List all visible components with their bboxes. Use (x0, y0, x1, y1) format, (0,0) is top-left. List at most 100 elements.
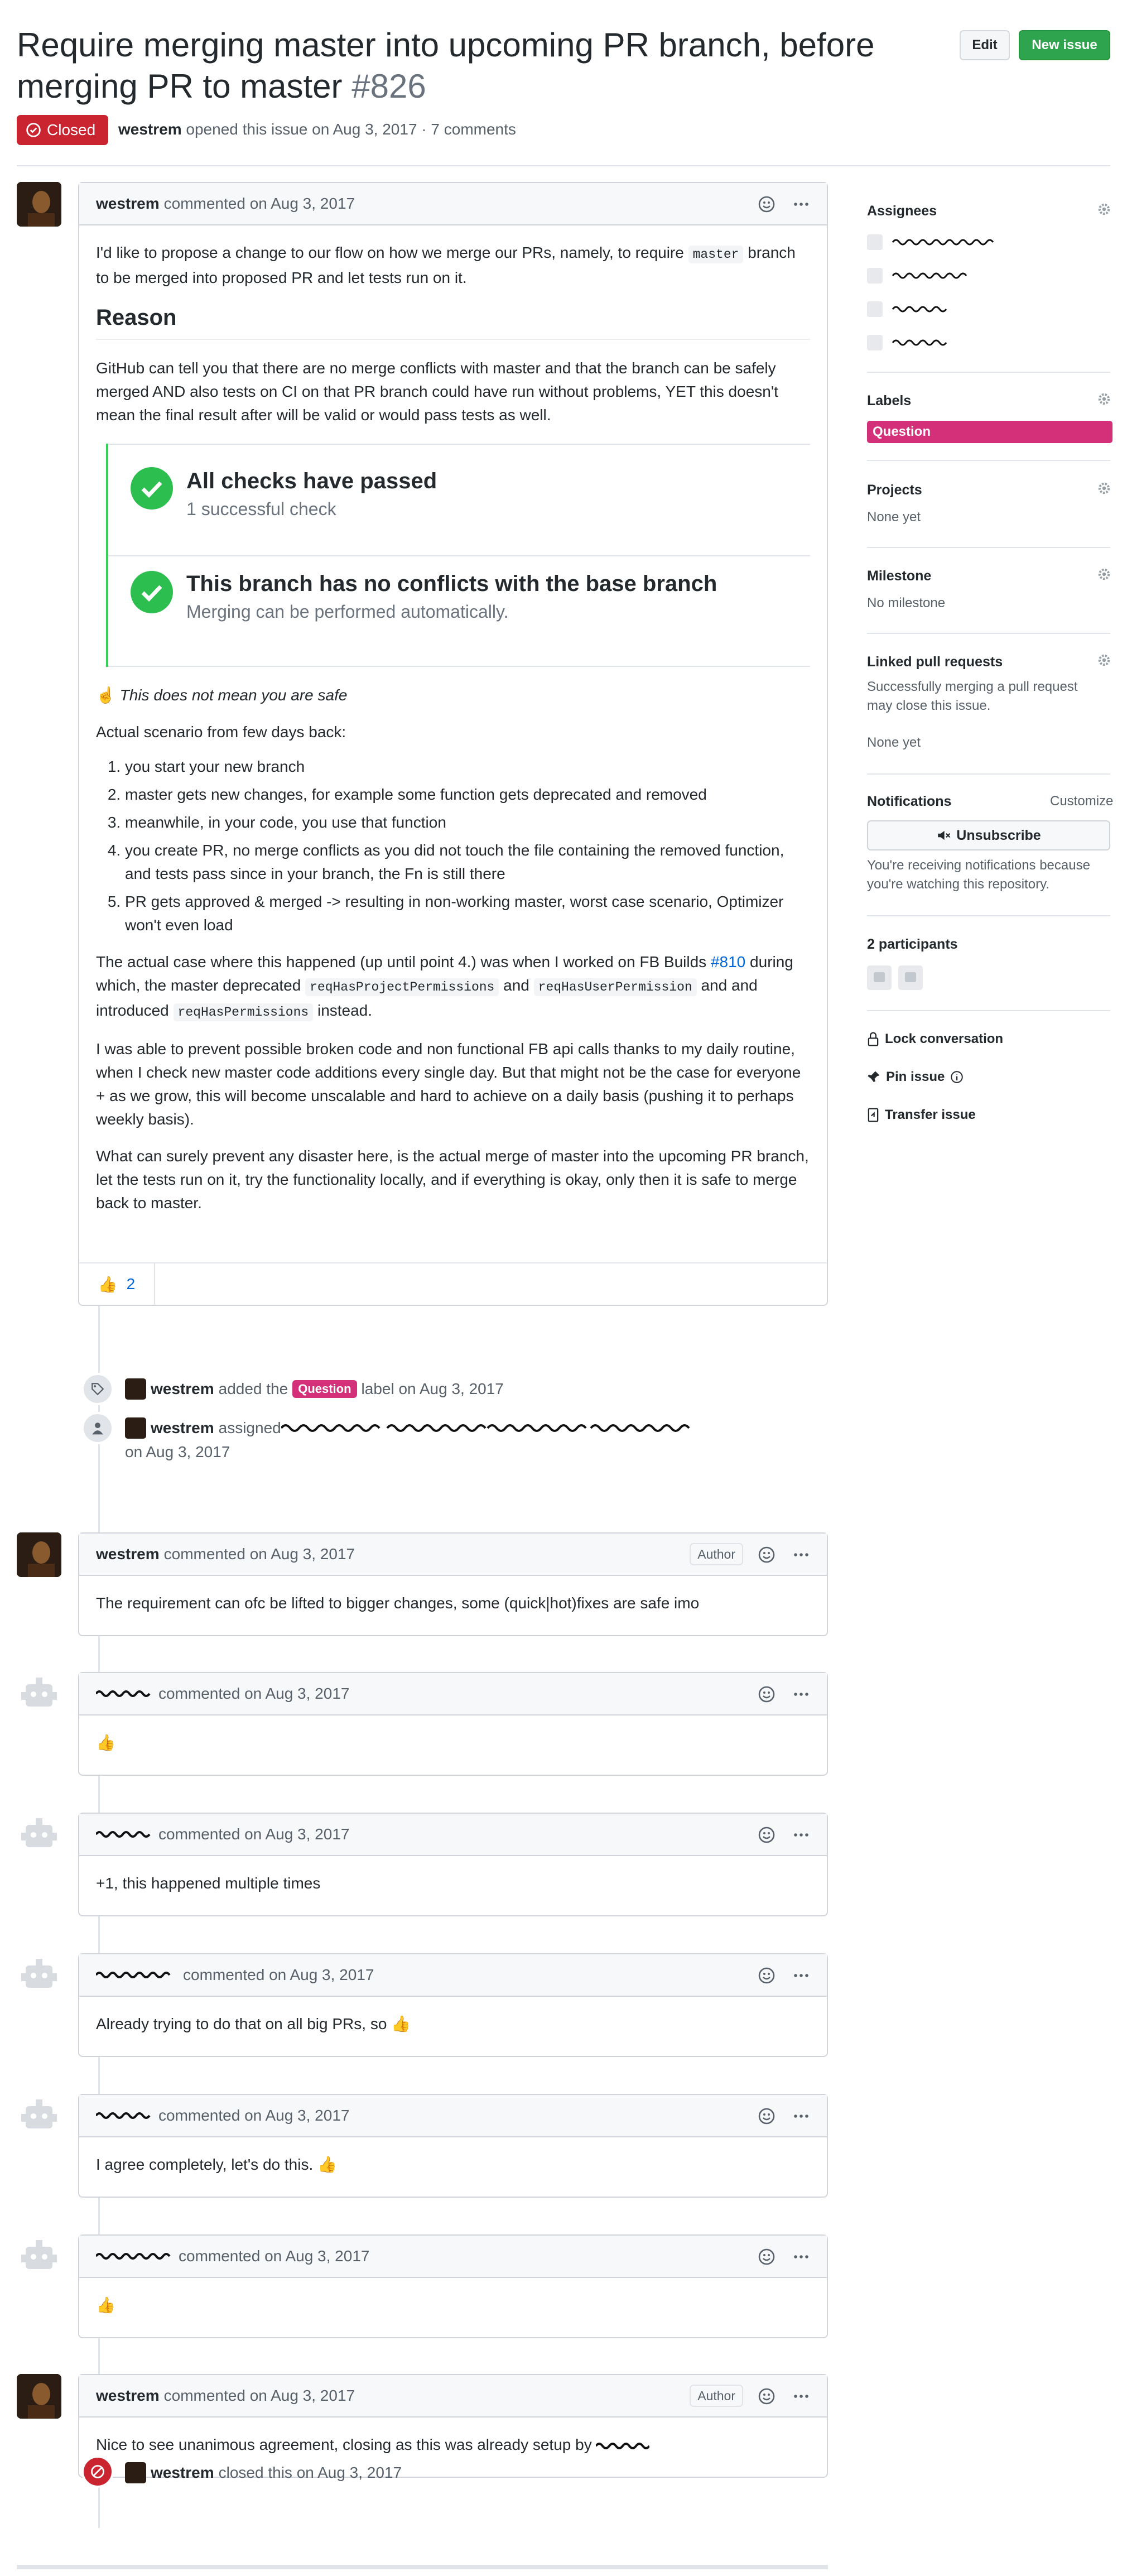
issue-opened-text: opened this issue on Aug 3, 2017 · 7 com… (186, 121, 516, 138)
redacted-author[interactable] (96, 1969, 183, 1981)
kebab-menu-icon[interactable] (792, 195, 810, 213)
smiley-icon[interactable] (758, 2248, 776, 2266)
gear-icon[interactable] (1097, 653, 1111, 667)
divider (867, 1010, 1110, 1011)
kebab-menu-icon[interactable] (792, 2387, 810, 2405)
avatar[interactable] (17, 2094, 61, 2138)
comment-meta[interactable]: commented on Aug 3, 2017 (158, 1825, 349, 1843)
avatar[interactable] (17, 1672, 61, 1717)
lock-label: Lock conversation (885, 1031, 1004, 1046)
comment-text: +1, this happened multiple times (96, 1875, 321, 1892)
participant-avatar[interactable] (898, 965, 923, 990)
smiley-icon[interactable] (758, 1685, 776, 1703)
lock-conversation[interactable]: Lock conversation (867, 1031, 1003, 1047)
comment-meta[interactable]: commented on Aug 3, 2017 (164, 1545, 355, 1563)
text: and (503, 977, 529, 994)
pr-link[interactable]: #810 (711, 953, 745, 970)
redacted-mention[interactable] (596, 2440, 650, 2452)
event-actor[interactable]: westrem (151, 1380, 214, 1398)
comment-author[interactable]: westrem (96, 1545, 160, 1563)
label-question[interactable]: Question (867, 421, 1112, 443)
comment-meta[interactable]: commented on Aug 3, 2017 (158, 1685, 349, 1703)
gear-icon[interactable] (1097, 567, 1111, 581)
event-text: closed this on Aug 3, 2017 (218, 2464, 402, 2481)
avatar[interactable] (17, 1813, 61, 1857)
list-item: you start your new branch (125, 755, 810, 778)
transfer-icon (868, 1108, 879, 1122)
avatar[interactable] (17, 2374, 61, 2419)
author-tag: Author (690, 2385, 743, 2407)
text: The actual case where this happened (up … (96, 953, 707, 970)
label-badge[interactable]: Question (292, 1380, 357, 1398)
pin-issue[interactable]: Pin issue (867, 1069, 964, 1085)
comment-meta[interactable]: commented on Aug 3, 2017 (158, 2107, 349, 2125)
note-text: This does not mean you are safe (119, 686, 348, 704)
avatar[interactable] (125, 1417, 146, 1439)
kebab-menu-icon[interactable] (792, 1685, 810, 1703)
smiley-icon[interactable] (758, 195, 776, 213)
edit-button[interactable]: Edit (960, 30, 1010, 60)
kebab-menu-icon[interactable] (792, 1546, 810, 1564)
kebab-menu-icon[interactable] (792, 1826, 810, 1844)
text: I'd like to propose a change to our flow… (96, 244, 684, 261)
smiley-icon[interactable] (758, 2107, 776, 2125)
comment-author[interactable]: westrem (96, 195, 160, 213)
participant-avatar[interactable] (867, 965, 892, 990)
customize-link[interactable]: Customize (1050, 794, 1113, 809)
smiley-icon[interactable] (758, 2387, 776, 2405)
comment-text: Already trying to do that on all big PRs… (96, 2015, 411, 2032)
event-actor[interactable]: westrem (151, 2464, 214, 2482)
comment-meta[interactable]: commented on Aug 3, 2017 (183, 1966, 374, 1984)
comment-meta[interactable]: commented on Aug 3, 2017 (164, 2387, 355, 2405)
gear-icon[interactable] (1097, 202, 1111, 217)
redacted-author[interactable] (96, 2110, 158, 2121)
kebab-menu-icon[interactable] (792, 1967, 810, 1984)
comment-meta[interactable]: commented on Aug 3, 2017 (164, 195, 355, 213)
comment-header: commented on Aug 3, 2017 (79, 2095, 827, 2137)
gear-icon[interactable] (1097, 481, 1111, 496)
paragraph: The actual case where this happened (up … (96, 950, 810, 1024)
point-up-icon: ☝ (96, 686, 115, 704)
unsubscribe-button[interactable]: Unsubscribe (867, 820, 1110, 850)
smiley-icon[interactable] (758, 1826, 776, 1844)
avatar[interactable] (125, 2462, 146, 2483)
redacted-author[interactable] (96, 1688, 158, 1699)
redacted-author[interactable] (96, 2251, 179, 2262)
assignee-item[interactable] (867, 334, 1001, 354)
divider (867, 915, 1110, 916)
reaction-button[interactable]: 👍 2 (79, 1263, 155, 1305)
comment-box: commented on Aug 3, 2017 Already trying t… (78, 1953, 828, 2057)
assignee-item[interactable] (867, 300, 1001, 321)
assign-event: westrem assigned (125, 1417, 705, 1439)
smiley-icon[interactable] (758, 1546, 776, 1564)
kebab-menu-icon[interactable] (792, 2248, 810, 2266)
gear-icon[interactable] (1097, 392, 1111, 406)
comment-text: 👍 (96, 1734, 115, 1751)
avatar[interactable] (17, 1532, 61, 1577)
assignee-item[interactable] (867, 267, 1001, 287)
comment-box: commented on Aug 3, 2017 👍 (78, 2234, 828, 2338)
avatar[interactable] (17, 1953, 61, 1998)
smiley-icon[interactable] (758, 1967, 776, 1984)
comment-text: 👍 (96, 2296, 115, 2314)
assignee-item[interactable] (867, 233, 1001, 254)
avatar[interactable] (125, 1378, 146, 1400)
divider (867, 547, 1110, 548)
kebab-menu-icon[interactable] (792, 2107, 810, 2125)
redacted-author[interactable] (96, 1829, 158, 1840)
avatar-image (17, 182, 61, 227)
notifications-description: You're receiving notifications because y… (867, 858, 1090, 892)
check-title: This branch has no conflicts with the ba… (186, 571, 717, 596)
transfer-issue[interactable]: Transfer issue (867, 1107, 976, 1123)
avatar[interactable] (17, 182, 61, 227)
new-issue-button[interactable]: New issue (1019, 30, 1110, 60)
comment-body: +1, this happened multiple times (79, 1856, 827, 1911)
comment-author[interactable]: westrem (96, 2387, 160, 2405)
comment-header: westrem commented on Aug 3, 2017 Author (79, 1534, 827, 1576)
event-actor[interactable]: westrem (151, 1419, 214, 1437)
comment-body: 👍 (79, 2278, 827, 2333)
issue-author-link[interactable]: westrem (118, 121, 182, 138)
avatar[interactable] (17, 2234, 61, 2279)
comment-meta[interactable]: commented on Aug 3, 2017 (179, 2247, 369, 2265)
participant-avatars (867, 965, 923, 990)
